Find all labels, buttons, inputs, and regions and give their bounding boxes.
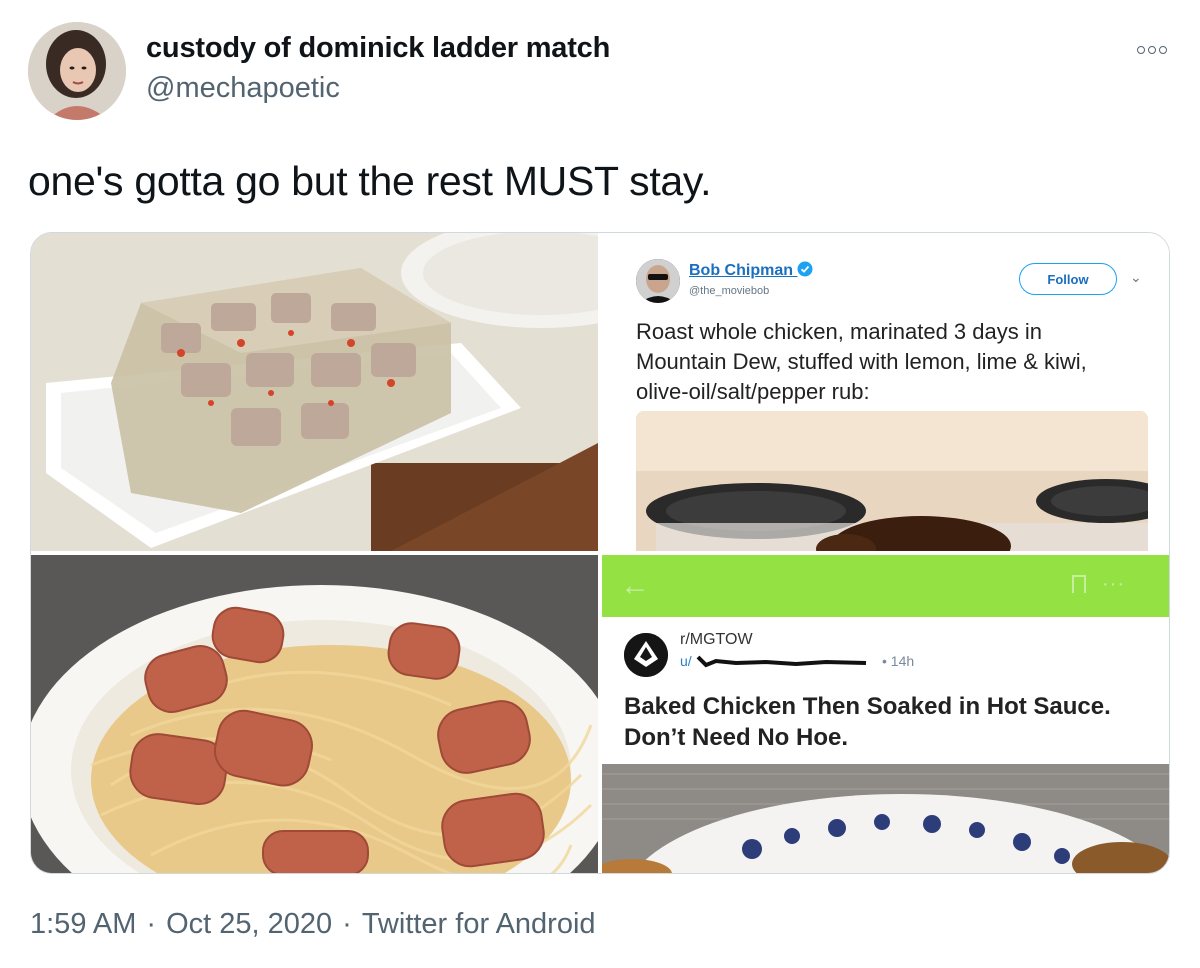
separator: ·	[342, 908, 352, 940]
embedded-tweet-handle: @the_moviebob	[689, 285, 770, 297]
tweet-text: one's gotta go but the rest MUST stay.	[28, 158, 712, 204]
avatar-portrait	[636, 259, 680, 303]
embedded-tweet-avatar	[636, 259, 680, 303]
tweet-time[interactable]: 1:59 AM	[30, 908, 136, 940]
display-name[interactable]: custody of dominick ladder match	[146, 32, 610, 65]
dot-icon	[1137, 46, 1145, 54]
redaction-scribble	[696, 655, 866, 668]
verified-badge-icon	[797, 261, 813, 277]
tweet-timestamp: 1:59 AM · Oct 25, 2020 · Twitter for Android	[30, 908, 596, 941]
aspic-photo-illustration	[31, 233, 598, 551]
embedded-tweet-name[interactable]: Bob Chipman	[689, 261, 813, 280]
oven-photo-illustration	[636, 411, 1148, 551]
media-screenshot-reddit[interactable]: ← ··· r/MGTOW u/ • 14h Baked Chicken The…	[602, 555, 1169, 873]
follow-button[interactable]: Follow	[1019, 263, 1117, 295]
bookmark-icon[interactable]	[1072, 575, 1086, 593]
user-handle[interactable]: @mechapoetic	[146, 72, 340, 105]
subreddit-name[interactable]: r/MGTOW	[680, 631, 753, 649]
post-title: Baked Chicken Then Soaked in Hot Sauce. …	[624, 693, 1111, 751]
media-photo-spaghetti[interactable]	[31, 555, 598, 873]
back-arrow-icon[interactable]: ←	[620, 569, 650, 603]
media-photo-aspic[interactable]	[31, 233, 598, 551]
tweet-source[interactable]: Twitter for Android	[362, 908, 596, 940]
subreddit-logo	[624, 633, 668, 677]
embedded-tweet-text: Roast whole chicken, marinated 3 days in…	[636, 319, 1087, 404]
media-screenshot-tweet[interactable]: Bob Chipman @the_moviebob Follow ⌄ Roast…	[602, 233, 1169, 551]
spaghetti-photo-illustration	[31, 555, 598, 873]
dot-icon	[1159, 46, 1167, 54]
user-avatar[interactable]	[28, 22, 126, 120]
more-options-icon[interactable]	[1134, 42, 1170, 58]
dot-icon	[1148, 46, 1156, 54]
tweet-date[interactable]: Oct 25, 2020	[166, 908, 332, 940]
embedded-tweet-photo[interactable]	[636, 411, 1148, 551]
separator: ·	[146, 908, 157, 940]
more-options-icon[interactable]: ···	[1102, 573, 1125, 596]
chevron-down-icon[interactable]: ⌄	[1130, 269, 1142, 286]
avatar-portrait	[28, 22, 126, 120]
media-grid: Bob Chipman @the_moviebob Follow ⌄ Roast…	[30, 232, 1170, 874]
reddit-post-photo[interactable]	[602, 764, 1169, 873]
post-author[interactable]: u/	[680, 653, 876, 669]
plate-photo-illustration	[602, 764, 1169, 873]
subreddit-icon	[624, 633, 668, 677]
post-time: • 14h	[882, 653, 915, 669]
